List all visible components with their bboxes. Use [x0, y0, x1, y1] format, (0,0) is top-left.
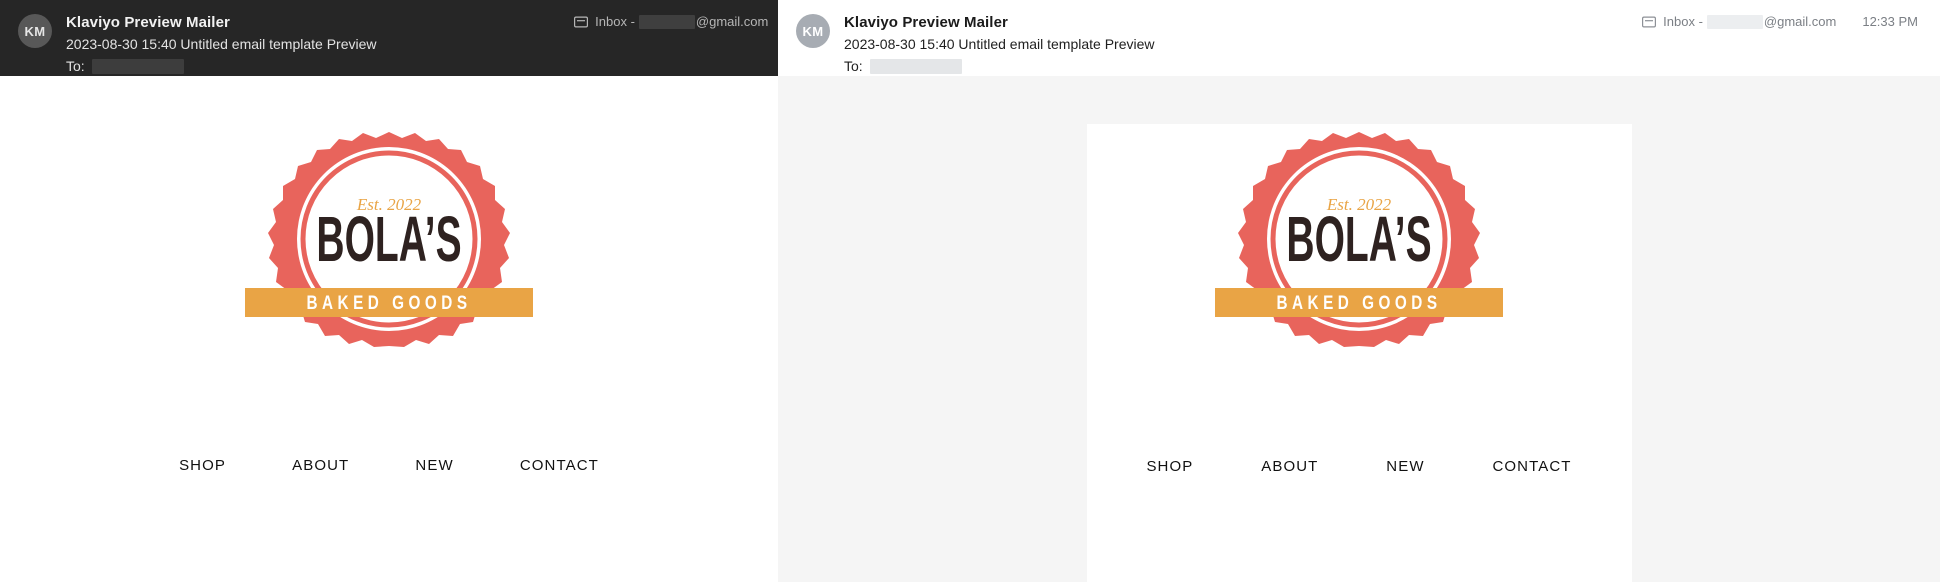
recipient-redacted-bar: [869, 58, 962, 74]
logo-brand-text: BOLA’S: [1286, 204, 1431, 275]
email-nav-dark: SHOP ABOUT NEW CONTACT: [120, 457, 658, 474]
email-preview-pane-light: KM Klaviyo Preview Mailer 2023-08-30 15:…: [778, 0, 1940, 582]
nav-item-contact[interactable]: CONTACT: [1492, 458, 1571, 475]
mail-header-light: KM Klaviyo Preview Mailer 2023-08-30 15:…: [778, 0, 1940, 76]
logo-brand-text: BOLA’S: [316, 204, 461, 275]
mailbox-address-domain: @gmail.com: [695, 14, 769, 29]
inbox-folder-icon: [1642, 16, 1657, 28]
nav-item-new[interactable]: NEW: [415, 457, 453, 474]
avatar: KM: [18, 14, 52, 48]
recipient-row: To:: [66, 55, 377, 77]
mailbox-label: Inbox -: [1663, 14, 1703, 29]
logo-banner-text: BAKED GOODS: [1276, 291, 1441, 313]
brand-logo-badge: Est. 2022 BOLA’S BAKED GOODS: [1209, 126, 1509, 431]
email-preview-pane-dark: KM Klaviyo Preview Mailer 2023-08-30 15:…: [0, 0, 778, 582]
to-label: To:: [66, 58, 85, 74]
nav-item-new[interactable]: NEW: [1386, 458, 1424, 475]
email-template-card: Est. 2022 BOLA’S BAKED GOODS SHOP ABOUT …: [120, 124, 658, 582]
recipient-row: To:: [844, 55, 1155, 77]
nav-item-shop[interactable]: SHOP: [1146, 458, 1193, 475]
email-subject: 2023-08-30 15:40 Untitled email template…: [66, 36, 377, 52]
logo-banner-text: BAKED GOODS: [306, 291, 471, 313]
sender-name: Klaviyo Preview Mailer: [844, 14, 1008, 31]
mailbox-address-redacted-bar: [1706, 14, 1763, 29]
email-subject: 2023-08-30 15:40 Untitled email template…: [844, 36, 1155, 52]
mail-body-light: Est. 2022 BOLA’S BAKED GOODS SHOP ABOUT …: [778, 76, 1940, 582]
sender-name: Klaviyo Preview Mailer: [66, 14, 230, 31]
mailbox-meta-light: Inbox - @gmail.com 12:33 PM: [1642, 14, 1918, 29]
mail-body-dark: Est. 2022 BOLA’S BAKED GOODS SHOP ABOUT …: [0, 76, 778, 582]
nav-item-shop[interactable]: SHOP: [179, 457, 226, 474]
brand-logo-badge: Est. 2022 BOLA’S BAKED GOODS: [239, 126, 539, 431]
nav-item-about[interactable]: ABOUT: [292, 457, 349, 474]
mail-header-text: Klaviyo Preview Mailer 2023-08-30 15:40 …: [66, 10, 377, 77]
mailbox-address-domain: @gmail.com: [1763, 14, 1837, 29]
mailbox-label: Inbox -: [595, 14, 635, 29]
message-time: 12:33 PM: [1862, 14, 1918, 29]
email-preview-comparison: KM Klaviyo Preview Mailer 2023-08-30 15:…: [0, 0, 1940, 582]
mailbox-address-redacted-bar: [638, 14, 695, 29]
avatar: KM: [796, 14, 830, 48]
mailbox-meta-dark: Inbox - @gmail.com 12:33 PM: [574, 14, 778, 29]
nav-item-about[interactable]: ABOUT: [1261, 458, 1318, 475]
inbox-folder-icon: [574, 16, 589, 28]
recipient-redacted-bar: [91, 58, 184, 74]
mail-header-text: Klaviyo Preview Mailer 2023-08-30 15:40 …: [844, 10, 1155, 77]
mail-header-dark: KM Klaviyo Preview Mailer 2023-08-30 15:…: [0, 0, 778, 76]
to-label: To:: [844, 58, 863, 74]
nav-item-contact[interactable]: CONTACT: [520, 457, 599, 474]
email-nav-light: SHOP ABOUT NEW CONTACT: [1087, 458, 1632, 475]
email-template-card: Est. 2022 BOLA’S BAKED GOODS SHOP ABOUT …: [1086, 124, 1632, 582]
